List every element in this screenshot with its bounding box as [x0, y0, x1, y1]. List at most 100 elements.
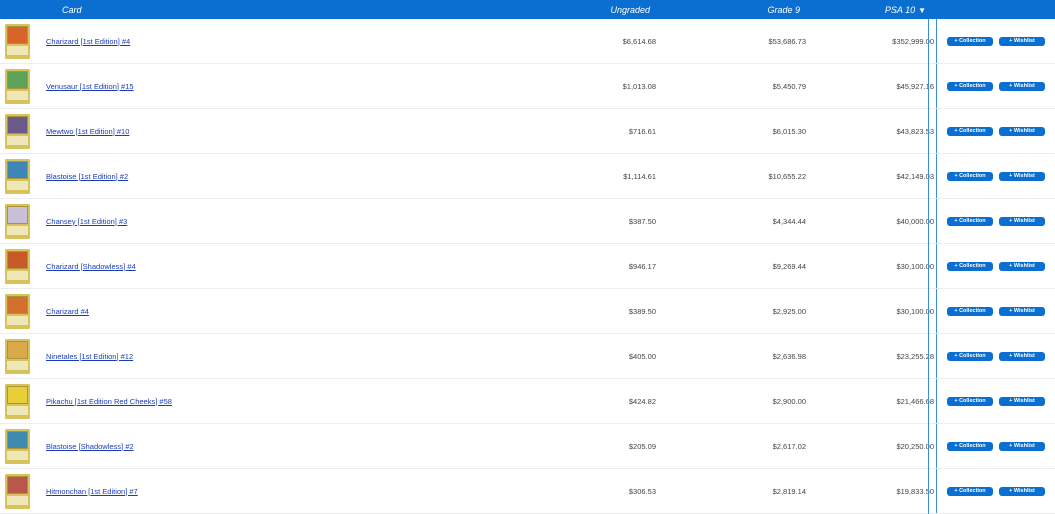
add-collection-button[interactable]: + Collection: [947, 396, 993, 406]
add-wishlist-button[interactable]: + Wishlist: [999, 36, 1045, 46]
row-actions: + Collection + Wishlist: [936, 334, 1055, 378]
card-text-area: [7, 46, 28, 56]
row-actions: + Collection + Wishlist: [936, 424, 1055, 468]
header-grade9[interactable]: Grade 9: [650, 5, 800, 15]
ungraded-price: $306.53: [628, 486, 656, 496]
card-art: [7, 205, 28, 225]
card-text-area: [7, 361, 28, 371]
card-text-area: [7, 181, 28, 191]
card-art: [7, 340, 28, 360]
add-collection-button[interactable]: + Collection: [947, 486, 993, 496]
card-thumbnail-cell: [0, 338, 40, 374]
table-row: Chansey [1st Edition] #3 $387.50 $4,344.…: [0, 199, 1055, 244]
card-thumbnail-cell: [0, 203, 40, 239]
ungraded-price: $389.50: [628, 306, 656, 316]
card-thumbnail[interactable]: [5, 158, 30, 194]
card-thumbnail[interactable]: [5, 113, 30, 149]
card-name-link[interactable]: Chansey [1st Edition] #3: [46, 217, 127, 226]
card-thumbnail[interactable]: [5, 428, 30, 464]
card-art: [7, 385, 28, 405]
card-thumbnail[interactable]: [5, 338, 30, 374]
table-header: Card Ungraded Grade 9 PSA 10 ▼: [0, 0, 1055, 19]
table-row: Hitmonchan [1st Edition] #7 $306.53 $2,8…: [0, 469, 1055, 514]
card-name-link[interactable]: Ninetales [1st Edition] #12: [46, 352, 133, 361]
card-thumbnail-cell: [0, 113, 40, 149]
add-wishlist-button[interactable]: + Wishlist: [999, 216, 1045, 226]
card-name-cell: Mewtwo [1st Edition] #10: [40, 127, 506, 136]
card-thumbnail[interactable]: [5, 203, 30, 239]
card-art: [7, 250, 28, 270]
card-name-link[interactable]: Mewtwo [1st Edition] #10: [46, 127, 129, 136]
psa10-price: $23,255.28: [896, 351, 934, 361]
ungraded-price: $1,013.08: [622, 81, 656, 91]
add-wishlist-button[interactable]: + Wishlist: [999, 306, 1045, 316]
psa10-price: $19,833.50: [896, 486, 934, 496]
card-name-link[interactable]: Charizard #4: [46, 307, 89, 316]
add-wishlist-button[interactable]: + Wishlist: [999, 81, 1045, 91]
add-collection-button[interactable]: + Collection: [947, 441, 993, 451]
table-row: Charizard [1st Edition] #4 $6,614.68 $53…: [0, 19, 1055, 64]
table-body: Charizard [1st Edition] #4 $6,614.68 $53…: [0, 19, 1055, 514]
card-thumbnail[interactable]: [5, 293, 30, 329]
card-name-link[interactable]: Charizard [Shadowless] #4: [46, 262, 136, 271]
header-card[interactable]: Card: [40, 5, 500, 15]
ungraded-price: $946.17: [628, 261, 656, 271]
add-collection-button[interactable]: + Collection: [947, 216, 993, 226]
card-name-link[interactable]: Blastoise [1st Edition] #2: [46, 172, 128, 181]
ungraded-price: $405.00: [628, 351, 656, 361]
add-wishlist-button[interactable]: + Wishlist: [999, 126, 1045, 136]
table-row: Mewtwo [1st Edition] #10 $716.61 $6,015.…: [0, 109, 1055, 154]
card-name-link[interactable]: Charizard [1st Edition] #4: [46, 37, 130, 46]
grade9-price: $2,636.98: [772, 351, 806, 361]
card-name-cell: Blastoise [1st Edition] #2: [40, 172, 506, 181]
add-wishlist-button[interactable]: + Wishlist: [999, 441, 1045, 451]
card-thumbnail[interactable]: [5, 383, 30, 419]
table-row: Blastoise [Shadowless] #2 $205.09 $2,617…: [0, 424, 1055, 469]
grade9-price: $6,015.30: [772, 126, 806, 136]
card-thumbnail[interactable]: [5, 473, 30, 509]
card-thumbnail-cell: [0, 158, 40, 194]
add-wishlist-button[interactable]: + Wishlist: [999, 171, 1045, 181]
sort-desc-icon[interactable]: ▼: [918, 6, 926, 15]
table-row: Charizard [Shadowless] #4 $946.17 $9,269…: [0, 244, 1055, 289]
card-name-link[interactable]: Pikachu [1st Edition Red Cheeks] #58: [46, 397, 172, 406]
card-name-cell: Charizard [Shadowless] #4: [40, 262, 506, 271]
grade9-price: $2,819.14: [772, 486, 806, 496]
add-collection-button[interactable]: + Collection: [947, 261, 993, 271]
grade9-price: $9,269.44: [772, 261, 806, 271]
add-wishlist-button[interactable]: + Wishlist: [999, 396, 1045, 406]
add-collection-button[interactable]: + Collection: [947, 36, 993, 46]
add-collection-button[interactable]: + Collection: [947, 81, 993, 91]
card-name-cell: Hitmonchan [1st Edition] #7: [40, 487, 506, 496]
add-wishlist-button[interactable]: + Wishlist: [999, 351, 1045, 361]
card-art: [7, 295, 28, 315]
table-row: Blastoise [1st Edition] #2 $1,114.61 $10…: [0, 154, 1055, 199]
grade9-price: $4,344.44: [772, 216, 806, 226]
ungraded-price: $424.82: [628, 396, 656, 406]
card-thumbnail-cell: [0, 293, 40, 329]
price-table: Card Ungraded Grade 9 PSA 10 ▼ Charizard …: [0, 0, 1055, 514]
grade9-price: $5,450.79: [772, 81, 806, 91]
add-collection-button[interactable]: + Collection: [947, 126, 993, 136]
row-actions: + Collection + Wishlist: [936, 379, 1055, 423]
add-wishlist-button[interactable]: + Wishlist: [999, 486, 1045, 496]
card-thumbnail-cell: [0, 428, 40, 464]
card-thumbnail[interactable]: [5, 68, 30, 104]
add-collection-button[interactable]: + Collection: [947, 171, 993, 181]
add-collection-button[interactable]: + Collection: [947, 306, 993, 316]
card-thumbnail[interactable]: [5, 248, 30, 284]
table-row: Ninetales [1st Edition] #12 $405.00 $2,6…: [0, 334, 1055, 379]
row-actions: + Collection + Wishlist: [936, 64, 1055, 108]
add-collection-button[interactable]: + Collection: [947, 351, 993, 361]
header-actions: [928, 0, 1055, 19]
header-psa10[interactable]: PSA 10 ▼: [800, 5, 928, 15]
add-wishlist-button[interactable]: + Wishlist: [999, 261, 1045, 271]
ungraded-price: $716.61: [628, 126, 656, 136]
psa10-price: $45,927.16: [896, 81, 934, 91]
card-name-link[interactable]: Venusaur [1st Edition] #15: [46, 82, 134, 91]
card-name-link[interactable]: Hitmonchan [1st Edition] #7: [46, 487, 138, 496]
card-thumbnail[interactable]: [5, 23, 30, 59]
card-name-cell: Venusaur [1st Edition] #15: [40, 82, 506, 91]
card-name-link[interactable]: Blastoise [Shadowless] #2: [46, 442, 134, 451]
header-ungraded[interactable]: Ungraded: [500, 5, 650, 15]
